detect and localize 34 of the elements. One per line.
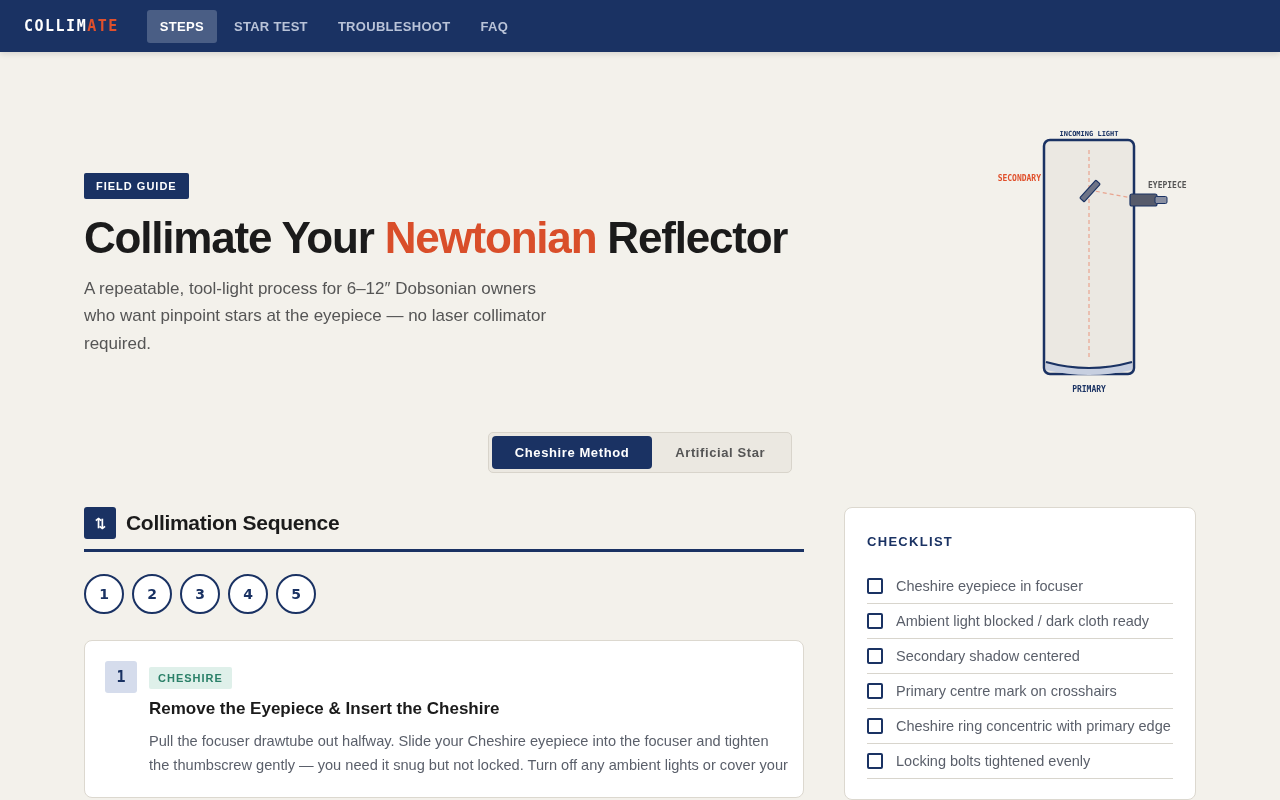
method-tab[interactable]: Artificial Star	[652, 436, 789, 469]
checkbox[interactable]	[867, 753, 883, 769]
step-button[interactable]: 2	[132, 574, 172, 614]
step-button[interactable]: 5	[276, 574, 316, 614]
intro-text: A repeatable, tool-light process for 6–12″ Dobsonian owners who want pinpoint stars at the eyepiece — no laser collimator required.	[84, 277, 548, 355]
step-title: Remove the Eyepiece & Insert the Cheshire	[149, 699, 501, 719]
checklist-label: Secondary shadow centered	[896, 648, 1080, 664]
checklist-label: Cheshire ring concentric with primary edge	[896, 718, 1171, 734]
step-button[interactable]: 3	[180, 574, 220, 614]
checklist-label: Primary centre mark on crosshairs	[896, 683, 1117, 699]
logo[interactable]: COLLIMATE	[24, 17, 119, 35]
badge: FIELD GUIDE	[84, 172, 189, 199]
nav-link[interactable]: STEPS	[146, 9, 217, 43]
checkbox[interactable]	[867, 718, 883, 734]
checklist-label: Cheshire eyepiece in focuser	[896, 578, 1083, 594]
checkbox[interactable]	[867, 613, 883, 629]
step-button[interactable]: 4	[228, 574, 268, 614]
checklist-label: Locking bolts tightened evenly	[896, 753, 1091, 769]
sort-icon: ⇅	[84, 507, 116, 539]
step-button[interactable]: 1	[84, 574, 124, 614]
checkbox[interactable]	[867, 578, 883, 594]
method-tab[interactable]: Cheshire Method	[491, 436, 653, 469]
nav-link[interactable]: STAR TEST	[220, 9, 321, 43]
checklist-title: CHECKLIST	[867, 534, 955, 549]
page-title: Collimate Your Newtonian Reflector	[84, 212, 788, 263]
checkbox[interactable]	[867, 683, 883, 699]
step-description: Pull the focuser drawtube out halfway. Slide your Cheshire eyepiece into the focuser and tighten the thumbscrew gently — you need it snug but not locked. Turn off any ambient lights or cover your	[149, 732, 789, 775]
nav-link[interactable]: TROUBLESHOOT	[324, 9, 464, 43]
checkbox[interactable]	[867, 648, 883, 664]
method-tag: CHESHIRE	[149, 667, 232, 689]
step-number: 1	[105, 661, 137, 693]
section-title: Collimation Sequence	[126, 511, 340, 535]
checklist-label: Ambient light blocked / dark cloth ready	[896, 613, 1150, 629]
nav-link[interactable]: FAQ	[467, 9, 522, 43]
